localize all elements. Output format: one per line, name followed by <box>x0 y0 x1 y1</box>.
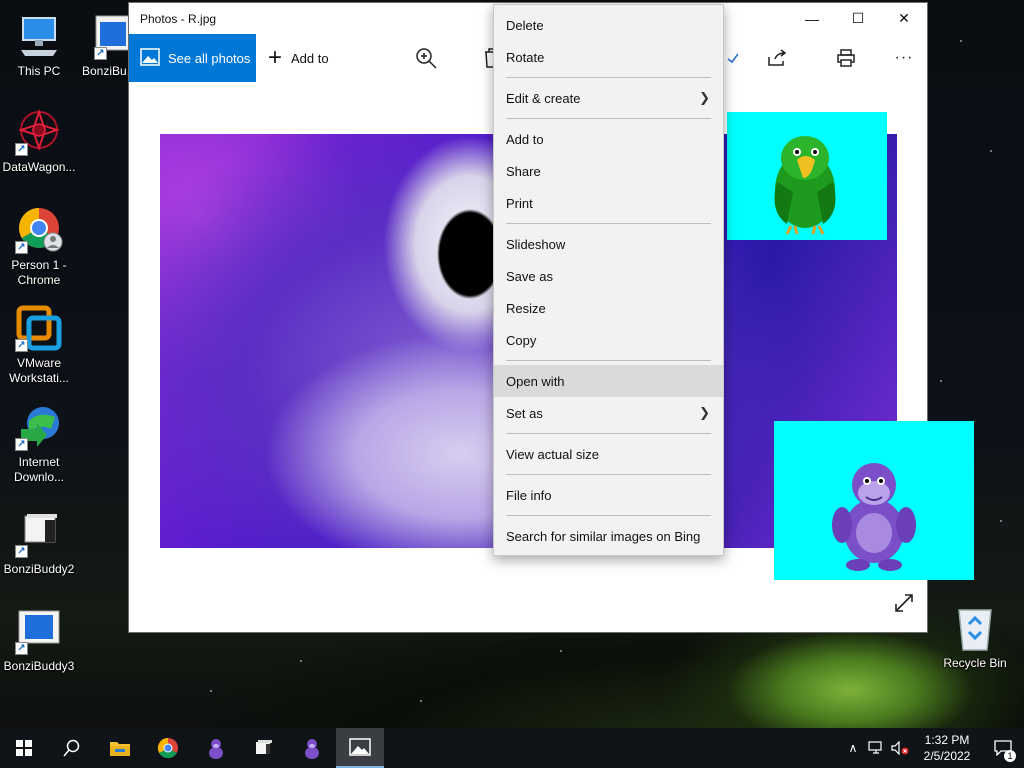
fullscreen-expand-icon[interactable] <box>893 592 915 620</box>
menu-separator <box>506 223 711 224</box>
photo-icon <box>140 47 160 69</box>
taskbar-bonzibuddy[interactable] <box>192 728 240 768</box>
computer-icon <box>15 12 63 60</box>
zoom-icon[interactable] <box>414 46 438 70</box>
chrome-icon: ↗ <box>15 206 63 254</box>
menu-separator <box>506 77 711 78</box>
parrot-icon <box>774 136 836 235</box>
idm-icon: ↗ <box>15 403 63 451</box>
taskbar-chrome[interactable] <box>144 728 192 768</box>
menu-separator <box>506 360 711 361</box>
menu-item-search-bing[interactable]: Search for similar images on Bing <box>494 520 723 552</box>
desktop-icon-bonzibuddy[interactable]: ↗ BonziBu... <box>78 12 128 79</box>
menu-item-save-as[interactable]: Save as <box>494 260 723 292</box>
peedy-parrot-agent[interactable] <box>727 112 887 240</box>
close-button[interactable]: ✕ <box>881 3 927 34</box>
clock[interactable]: 1:32 PM 2/5/2022 <box>912 732 982 764</box>
menu-item-delete[interactable]: Delete <box>494 9 723 41</box>
clock-date: 2/5/2022 <box>923 749 971 763</box>
see-all-photos-label: See all photos <box>168 50 251 66</box>
maximize-button[interactable]: ☐ <box>835 3 881 34</box>
menu-item-resize[interactable]: Resize <box>494 292 723 324</box>
network-icon[interactable] <box>864 728 888 768</box>
start-button[interactable] <box>0 728 48 768</box>
taskbar: ∧ 1:32 PM 2/5/2022 1 <box>0 728 1024 768</box>
menu-item-print[interactable]: Print <box>494 187 723 219</box>
menu-separator <box>506 515 711 516</box>
window-app-icon <box>256 740 272 754</box>
bonzi-buddy-agent[interactable] <box>774 421 974 580</box>
menu-item-file-info[interactable]: File info <box>494 479 723 511</box>
menu-item-open-with[interactable]: Open with <box>494 365 723 397</box>
menu-separator <box>506 474 711 475</box>
notification-count-badge: 1 <box>1004 750 1016 762</box>
desktop-icon-chrome[interactable]: ↗ Person 1 - Chrome <box>0 206 78 288</box>
chevron-right-icon: ❯ <box>699 90 710 105</box>
search-button[interactable] <box>48 728 96 768</box>
taskbar-window-app[interactable] <box>240 728 288 768</box>
chrome-icon <box>157 737 178 759</box>
menu-separator <box>506 433 711 434</box>
windows-icon <box>16 740 32 756</box>
system-tray: ∧ 1:32 PM 2/5/2022 1 <box>842 728 1024 768</box>
vmware-icon: ↗ <box>15 304 63 352</box>
purple-gorilla-icon <box>832 463 916 571</box>
more-options-icon[interactable]: ··· <box>892 46 916 70</box>
desktop-icon-vmware[interactable]: ↗ VMware Workstati... <box>0 304 78 386</box>
menu-item-view-actual-size[interactable]: View actual size <box>494 438 723 470</box>
taskbar-file-explorer[interactable] <box>96 728 144 768</box>
plus-icon: + <box>268 44 283 71</box>
search-icon <box>63 739 80 757</box>
taskbar-photos[interactable] <box>336 728 384 768</box>
menu-item-copy[interactable]: Copy <box>494 324 723 356</box>
context-menu: Delete Rotate Edit & create ❯ Add to Sha… <box>493 4 724 556</box>
purple-gorilla-icon <box>305 739 319 759</box>
desktop-icon-bonzibuddy2[interactable]: ↗ BonziBuddy2 <box>0 510 78 577</box>
chevron-up-icon[interactable]: ∧ <box>842 728 864 768</box>
add-to-button[interactable]: + Add to <box>268 44 329 71</box>
volume-muted-icon[interactable] <box>888 728 912 768</box>
menu-item-edit-create[interactable]: Edit & create ❯ <box>494 82 723 114</box>
menu-item-slideshow[interactable]: Slideshow <box>494 228 723 260</box>
menu-item-rotate[interactable]: Rotate <box>494 41 723 73</box>
folder-icon <box>110 742 130 756</box>
recycle-bin-icon <box>951 604 999 652</box>
desktop-icon-internet-download-manager[interactable]: ↗ Internet Downlo... <box>0 403 78 485</box>
chevron-right-icon: ❯ <box>699 405 710 420</box>
menu-item-share[interactable]: Share <box>494 155 723 187</box>
menu-separator <box>506 118 711 119</box>
print-icon[interactable] <box>834 46 858 70</box>
taskbar-bonzibuddy-2[interactable] <box>288 728 336 768</box>
minimize-button[interactable]: — <box>789 3 835 34</box>
datawagon-icon: ↗ <box>15 108 63 156</box>
desktop-icon-datawagon[interactable]: ↗ DataWagon... <box>0 108 78 175</box>
desktop-icon-this-pc[interactable]: This PC <box>0 12 78 79</box>
menu-item-add-to[interactable]: Add to <box>494 123 723 155</box>
menu-item-label: Edit & create <box>506 90 581 106</box>
desktop-icon-recycle-bin[interactable]: Recycle Bin <box>936 604 1014 671</box>
bonzibuddy-icon: ↗ <box>15 607 63 655</box>
notifications-button[interactable]: 1 <box>982 728 1024 768</box>
menu-item-label: Set as <box>506 405 543 421</box>
bonzibuddy-icon: ↗ <box>94 12 128 60</box>
share-icon[interactable] <box>765 46 789 70</box>
see-all-photos-button[interactable]: See all photos <box>129 34 256 82</box>
clock-time: 1:32 PM <box>924 733 970 747</box>
desktop-icon-bonzibuddy3[interactable]: ↗ BonziBuddy3 <box>0 607 78 674</box>
menu-item-set-as[interactable]: Set as ❯ <box>494 397 723 429</box>
photos-icon <box>349 738 371 756</box>
edit-check-icon[interactable] <box>721 46 745 70</box>
add-to-label: Add to <box>291 50 329 66</box>
purple-gorilla-icon <box>209 739 223 759</box>
bonzibuddy-icon: ↗ <box>15 510 63 558</box>
